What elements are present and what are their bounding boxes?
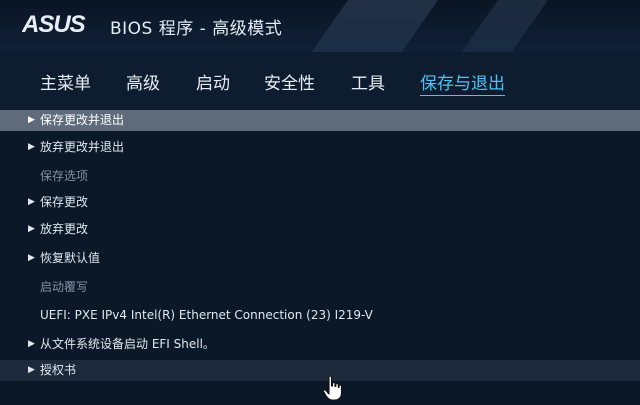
save-exit-list: ▶ 保存更改并退出 ▶ 放弃更改并退出 保存选项 ▶ 保存更改 ▶ 放弃更改 ▶… [0, 110, 640, 405]
triangle-right-icon: ▶ [28, 365, 35, 375]
list-item-label: 放弃更改 [40, 222, 89, 236]
triangle-right-icon: ▶ [28, 253, 35, 263]
svg-text:ASUS: ASUS [22, 11, 86, 37]
list-item-label: 保存更改 [40, 195, 89, 209]
list-item-boot-override-uefi-pxe[interactable]: UEFI: PXE IPv4 Intel(R) Ethernet Connect… [0, 305, 640, 326]
tab-main[interactable]: 主菜单 [40, 69, 91, 94]
section-save-options: 保存选项 [0, 166, 640, 187]
triangle-right-icon: ▶ [28, 142, 35, 152]
list-item-discard-changes-and-exit[interactable]: ▶ 放弃更改并退出 [0, 137, 640, 158]
list-item-launch-efi-shell[interactable]: ▶ 从文件系统设备启动 EFI Shell。 [0, 334, 640, 355]
section-label: 启动覆写 [40, 280, 89, 294]
list-item-restore-defaults[interactable]: ▶ 恢复默认值 [0, 248, 640, 269]
triangle-right-icon: ▶ [28, 339, 35, 349]
tab-security[interactable]: 安全性 [264, 69, 315, 94]
tab-advanced[interactable]: 高级 [126, 69, 160, 94]
tab-tools[interactable]: 工具 [351, 69, 385, 94]
list-item-label: 从文件系统设备启动 EFI Shell。 [40, 337, 215, 351]
tab-save-exit[interactable]: 保存与退出 [420, 69, 505, 96]
list-item-license[interactable]: ▶ 授权书 [0, 360, 640, 381]
list-item-label: 保存更改并退出 [40, 113, 125, 127]
triangle-right-icon: ▶ [28, 197, 35, 207]
page-title: BIOS 程序 - 高级模式 [110, 19, 283, 39]
header-bar: ASUS BIOS 程序 - 高级模式 [0, 0, 640, 52]
list-item-save-changes[interactable]: ▶ 保存更改 [0, 192, 640, 213]
list-item-label: 授权书 [40, 363, 77, 377]
list-item-discard-changes[interactable]: ▶ 放弃更改 [0, 219, 640, 240]
section-label: 保存选项 [40, 169, 89, 183]
header-light-beam [263, 0, 467, 52]
header-light-beam [413, 0, 577, 52]
list-item-label: UEFI: PXE IPv4 Intel(R) Ethernet Connect… [40, 308, 373, 322]
hand-pointer-icon [322, 375, 343, 401]
triangle-right-icon: ▶ [28, 224, 35, 234]
list-item-label: 恢复默认值 [40, 251, 101, 265]
list-item-save-changes-and-exit[interactable]: ▶ 保存更改并退出 [0, 110, 640, 131]
asus-logo: ASUS [22, 11, 87, 37]
section-boot-override: 启动覆写 [0, 277, 640, 298]
menu-bar: 主菜单 高级 启动 安全性 工具 保存与退出 [0, 52, 640, 110]
list-item-label: 放弃更改并退出 [40, 140, 125, 154]
tab-boot[interactable]: 启动 [196, 69, 230, 94]
triangle-right-icon: ▶ [28, 115, 35, 125]
